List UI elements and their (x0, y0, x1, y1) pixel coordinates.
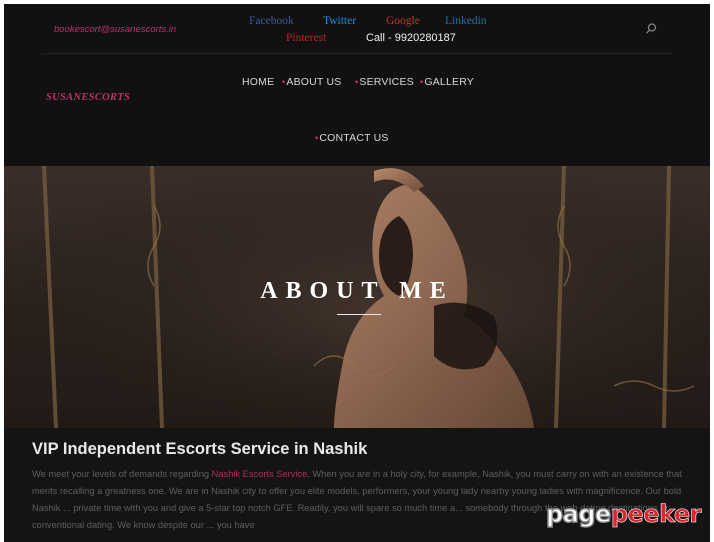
watermark-peeker: peeker (610, 500, 702, 529)
site-logo[interactable]: SUSANESCORTS (46, 92, 130, 103)
nav-bullet: • (420, 77, 424, 87)
nav-label: CONTACT US (319, 132, 389, 144)
nav-bullet: • (315, 133, 319, 143)
nav-item-contact-us[interactable]: •CONTACT US (315, 132, 389, 144)
pinterest-link[interactable]: Pinterest (286, 32, 326, 44)
nav-item-gallery[interactable]: •GALLERY (420, 76, 474, 88)
facebook-link[interactable]: Facebook (249, 15, 294, 27)
topbar-divider (42, 53, 672, 54)
nav-label: ABOUT US (286, 76, 342, 88)
content-heading: VIP Independent Escorts Service in Nashi… (32, 440, 368, 458)
nav-item-home[interactable]: HOME (242, 76, 274, 88)
hero-title: ABOUT ME (260, 278, 454, 304)
phone-number: Call - 9920280187 (366, 32, 456, 44)
email-link[interactable]: bookescort@susanescorts.in (54, 24, 176, 35)
hero-banner: ABOUT ME (4, 166, 710, 428)
twitter-link[interactable]: Twitter (323, 15, 356, 27)
nav-bullet: • (282, 77, 286, 87)
pagepeeker-watermark: pagepeeker (545, 499, 702, 529)
nashik-escorts-link[interactable]: Nashik Escorts Service (212, 469, 308, 479)
nav-label: HOME (242, 76, 275, 88)
site-header: bookescort@susanescorts.in Facebook Twit… (4, 4, 710, 166)
nav-label: SERVICES (359, 76, 414, 88)
paragraph-text-start: We meet your levels of demands regarding (32, 469, 212, 479)
linkedin-link[interactable]: Linkedin (445, 15, 487, 27)
page-frame: bookescort@susanescorts.in Facebook Twit… (4, 4, 710, 542)
nav-item-about-us[interactable]: •ABOUT US (282, 76, 341, 88)
watermark-page: page (545, 499, 612, 528)
nav-label: GALLERY (424, 76, 475, 88)
hero-title-underline (337, 314, 381, 315)
top-bar: bookescort@susanescorts.in Facebook Twit… (4, 4, 710, 54)
google-link[interactable]: Google (386, 15, 420, 27)
search-icon[interactable] (644, 22, 658, 36)
nav-bullet: • (355, 77, 359, 87)
nav-item-services[interactable]: •SERVICES (355, 76, 414, 88)
